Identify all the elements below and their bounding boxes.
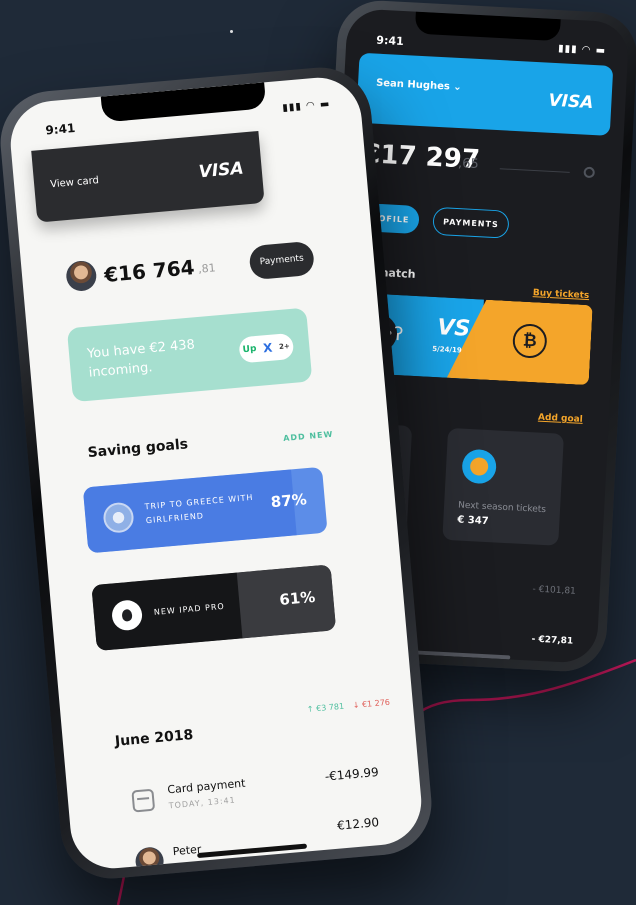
incoming-text: You have €2 438 incoming. (86, 337, 196, 381)
status-time: 9:41 (376, 33, 405, 49)
goal-percent: 87% (270, 490, 308, 512)
balance-amount: €16 764 (103, 255, 196, 287)
avatar (134, 846, 165, 872)
phone-notch (100, 82, 267, 123)
transaction-amount: - €27,81 (531, 634, 574, 647)
account-switcher[interactable]: Sean Hughes ⌄ (376, 78, 462, 93)
transaction-time: TODAY, 13:41 (168, 795, 237, 811)
status-time: 9:41 (44, 120, 76, 138)
logo-text: Up (242, 344, 257, 356)
buy-tickets-link[interactable]: Buy tickets (533, 288, 590, 301)
goal-card[interactable]: TRIP TO GREECE WITH GIRLFRIEND 87% (82, 466, 328, 554)
goal-percent: 61% (278, 587, 316, 609)
logo-mark: X (262, 340, 274, 356)
transaction-amount: €12.90 (336, 815, 380, 833)
divider (499, 168, 570, 173)
view-card-link[interactable]: View card (50, 175, 100, 190)
match-date: 5/24/19 (432, 344, 462, 355)
transaction-title[interactable]: Card payment (167, 777, 246, 797)
card-icon (131, 788, 156, 813)
promo-scene: 9:41 ▮▮▮ ◠ ▬ Sean Hughes ⌄ VISA €17 297 … (0, 0, 636, 905)
add-new-link[interactable]: ADD NEW (283, 430, 334, 443)
goal-tile-amount: € 347 (457, 514, 489, 528)
versus-label: VS (436, 315, 471, 342)
payments-button[interactable]: PAYMENTS (432, 206, 510, 239)
month-title: June 2018 (114, 727, 194, 750)
balance-cents: ,81 (197, 261, 217, 276)
light-phone-screen: 9:41 ▮▮▮ ◠ ▬ View card VISA €16 764 ,81 … (7, 74, 425, 872)
goal-tile[interactable]: Next season tickets € 347 (442, 427, 564, 546)
visa-logo: VISA (197, 158, 245, 183)
card-header[interactable]: View card VISA (31, 131, 265, 223)
income-total: ↑ €3 781 (306, 701, 345, 714)
incoming-banner[interactable]: You have €2 438 incoming. Up X 2+ (66, 307, 313, 403)
payments-button[interactable]: Payments (248, 240, 316, 281)
goal-card[interactable]: NEW IPAD PRO 61% (91, 564, 337, 652)
phone-notch (414, 11, 561, 42)
card-header[interactable]: Sean Hughes ⌄ VISA (356, 52, 614, 136)
bank-logo: Up X 2+ (238, 332, 295, 364)
status-icons: ▮▮▮ ◠ ▬ (557, 43, 607, 57)
search-icon[interactable] (583, 166, 596, 179)
transaction-amount: -€149.99 (324, 764, 380, 784)
status-icons: ▮▮▮ ◠ ▬ (281, 98, 331, 114)
home-indicator[interactable] (410, 650, 511, 660)
goal-tile-label: Next season tickets (457, 500, 547, 516)
avatar[interactable] (65, 259, 98, 293)
ticket-icon (461, 448, 498, 485)
section-title: Saving goals (87, 436, 189, 462)
transaction-amount: - €101,81 (532, 584, 577, 597)
logo-badge: 2+ (278, 342, 291, 352)
light-phone: 9:41 ▮▮▮ ◠ ▬ View card VISA €16 764 ,81 … (0, 63, 436, 883)
spending-total: ↓ €1 276 (352, 697, 391, 710)
visa-logo: VISA (548, 90, 594, 114)
add-goal-link[interactable]: Add goal (538, 413, 583, 425)
balance-cents: ,65 (457, 156, 480, 173)
